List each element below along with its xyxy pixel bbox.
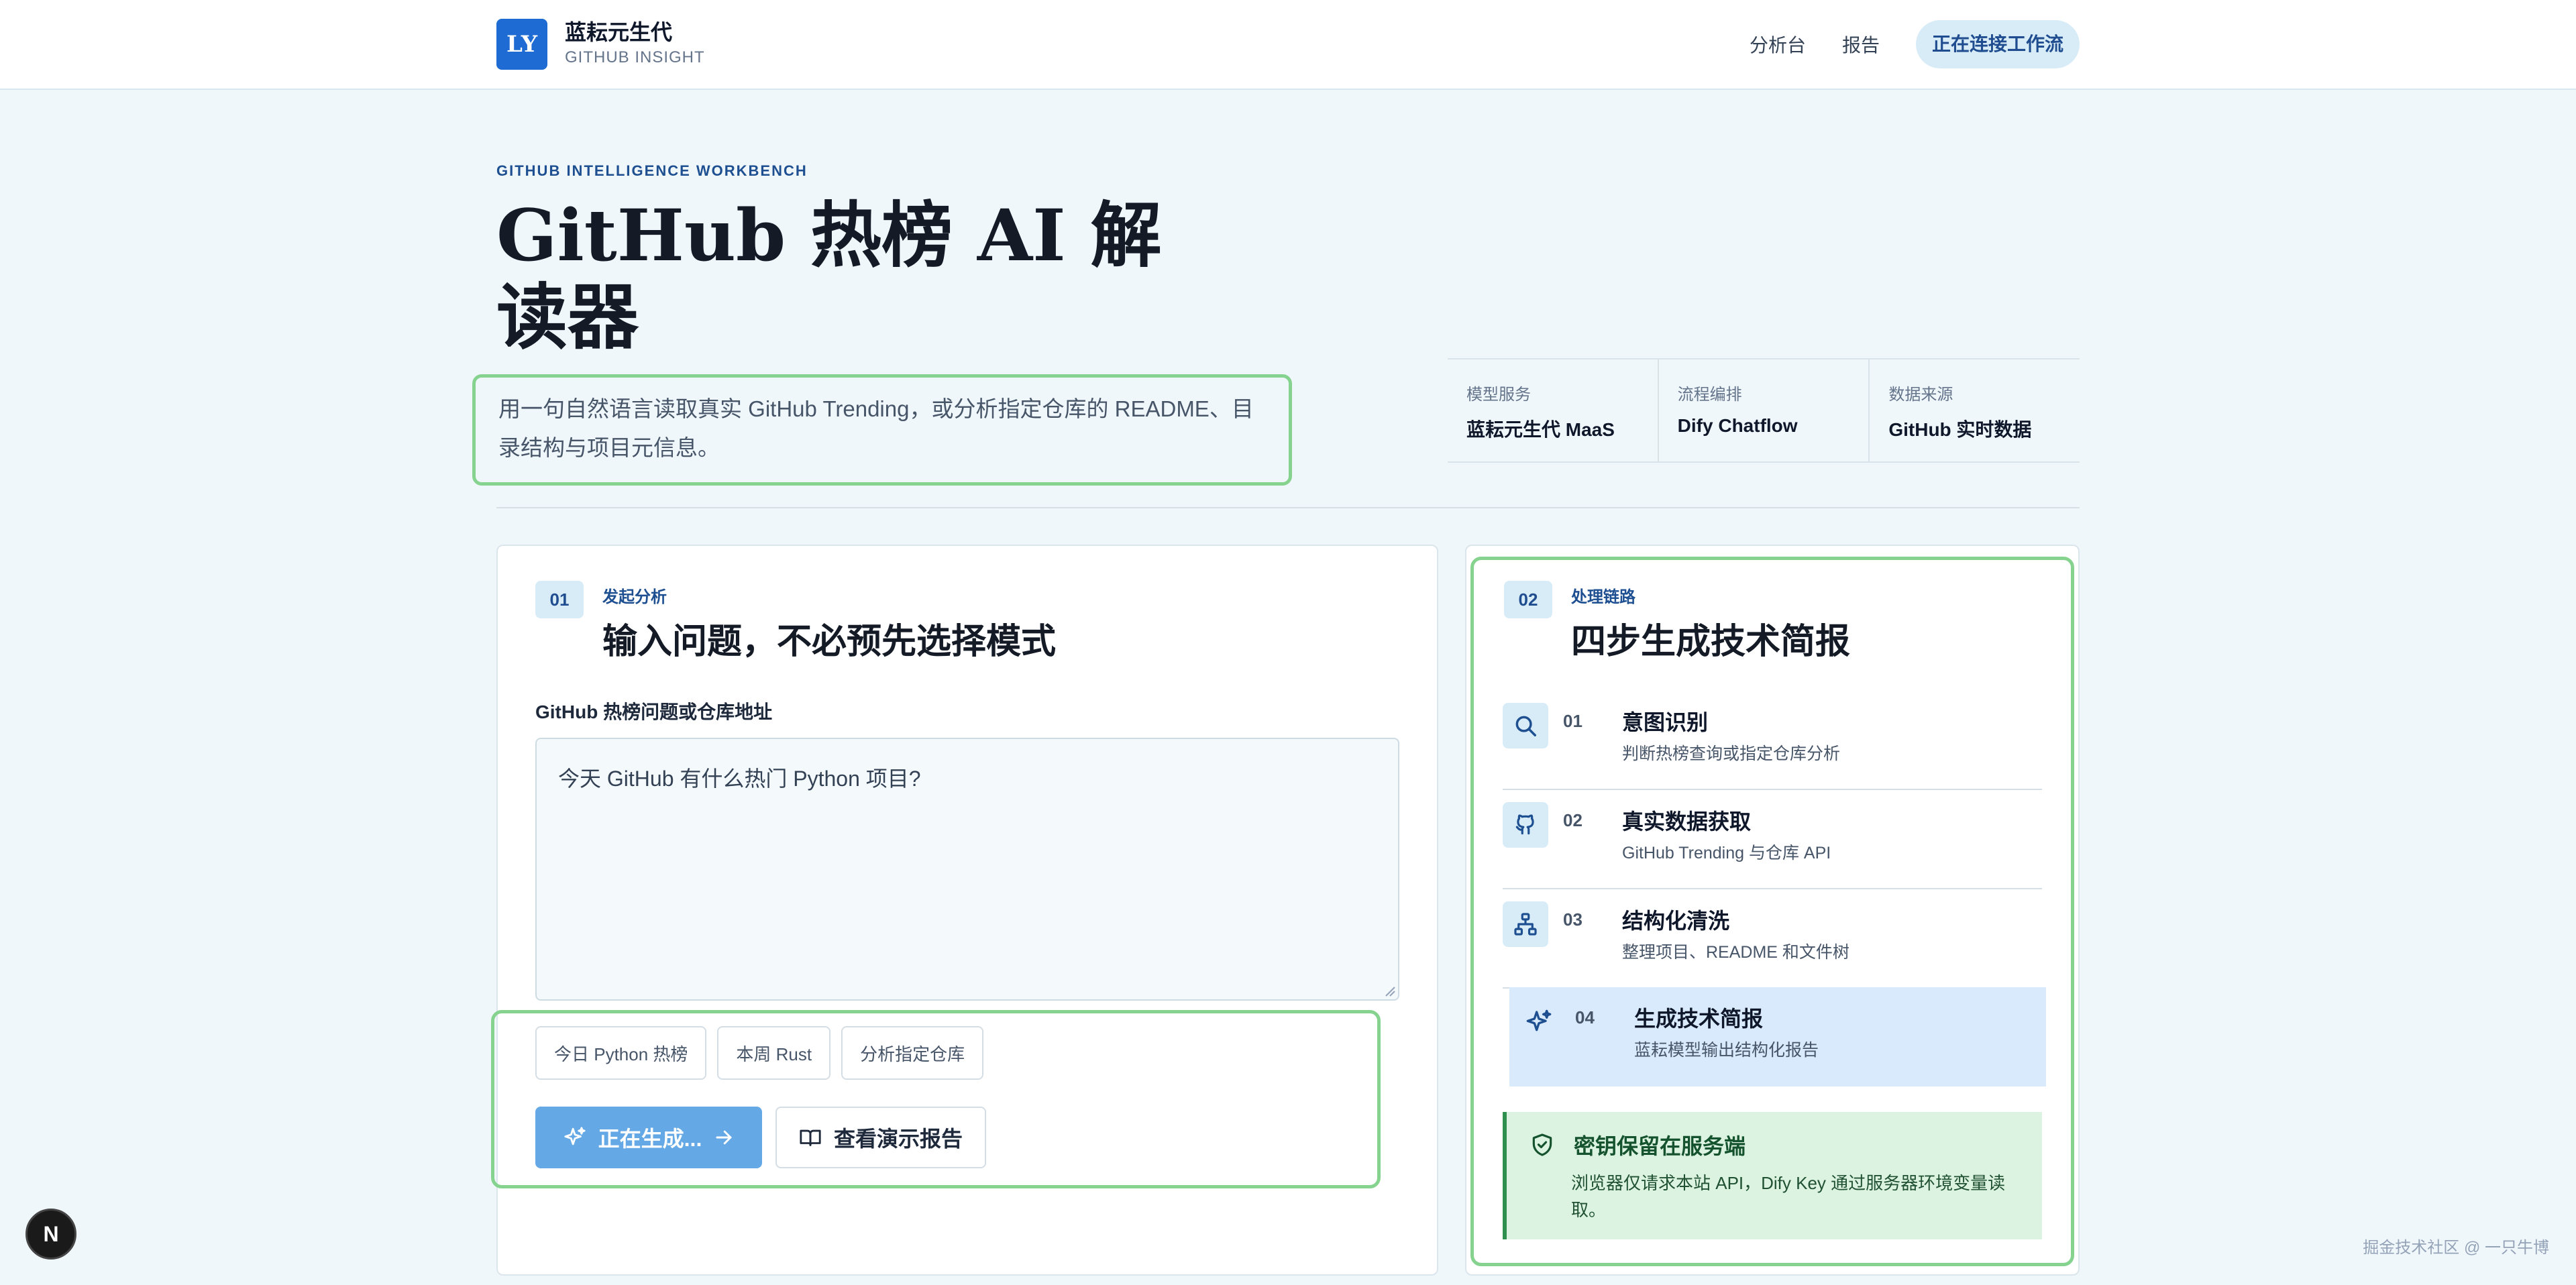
pipeline-title: 四步生成技术简报 <box>1571 621 1851 662</box>
brand[interactable]: LY 蓝耘元生代 GITHUB INSIGHT <box>496 19 705 70</box>
nav-link-reports[interactable]: 报告 <box>1842 31 1880 58</box>
pipeline-step-active: 04 生成技术简报 蓝耘模型输出结构化报告 <box>1509 987 2046 1086</box>
hero-kicker: GITHUB INTELLIGENCE WORKBENCH <box>496 162 808 179</box>
sparkle-icon <box>564 1126 586 1149</box>
security-notice: 密钥保留在服务端 浏览器仅请求本站 API，Dify Key 通过服务器环境变量… <box>1503 1112 2042 1239</box>
watermark: 掘金技术社区 @ 一只牛博 <box>2363 1239 2549 1257</box>
shield-check-icon <box>1529 1132 1555 1158</box>
pipeline-step-badge: 02 <box>1504 581 1552 618</box>
security-notice-text: 浏览器仅请求本站 API，Dify Key 通过服务器环境变量读取。 <box>1571 1173 2006 1220</box>
section-divider <box>496 507 2080 508</box>
resize-handle-icon[interactable] <box>1383 985 1395 997</box>
chip-python-trending[interactable]: 今日 Python 热榜 <box>535 1026 707 1080</box>
hero-description: 用一句自然语言读取真实 GitHub Trending，或分析指定仓库的 REA… <box>472 374 1292 486</box>
query-field-label: GitHub 热榜问题或仓库地址 <box>535 702 773 722</box>
pipeline-step: 02 真实数据获取 GitHub Trending 与仓库 API <box>1503 790 2042 889</box>
book-open-icon <box>799 1126 822 1149</box>
main-nav: 分析台 报告 正在连接工作流 <box>1750 20 2080 68</box>
workflow-status-pill[interactable]: 正在连接工作流 <box>1915 20 2080 68</box>
demo-report-button[interactable]: 查看演示报告 <box>775 1107 986 1168</box>
security-notice-title: 密钥保留在服务端 <box>1574 1134 1746 1158</box>
page-title: GitHub 热榜 AI 解读器 <box>496 193 1162 359</box>
generate-button[interactable]: 正在生成... <box>535 1107 762 1168</box>
service-stats: 模型服务 蓝耘元生代 MaaS 流程编排 Dify Chatflow 数据来源 … <box>1448 358 2080 463</box>
brand-name: 蓝耘元生代 <box>565 20 673 44</box>
query-input-value: 今天 GitHub 有什么热门 Python 项目? <box>558 767 921 791</box>
suggestion-chips: 今日 Python 热榜 本周 Rust 分析指定仓库 <box>535 1026 994 1080</box>
top-bar: LY 蓝耘元生代 GITHUB INSIGHT 分析台 报告 正在连接工作流 <box>0 0 2576 90</box>
query-input[interactable]: 今天 GitHub 有什么热门 Python 项目? <box>535 738 1399 1001</box>
analysis-actions: 正在生成... 查看演示报告 <box>535 1107 986 1168</box>
generate-button-label: 正在生成... <box>598 1127 702 1151</box>
search-icon <box>1503 703 1548 748</box>
chip-analyze-repo[interactable]: 分析指定仓库 <box>841 1026 984 1080</box>
dev-tools-badge[interactable]: N <box>25 1209 76 1260</box>
chip-weekly-rust[interactable]: 本周 Rust <box>717 1026 831 1080</box>
demo-report-button-label: 查看演示报告 <box>833 1127 963 1151</box>
arrow-right-icon <box>714 1127 734 1148</box>
sparkle-icon <box>1516 999 1562 1045</box>
stat-model-service: 模型服务 蓝耘元生代 MaaS <box>1448 359 1659 461</box>
brand-logo: LY <box>496 19 547 70</box>
stat-data-source: 数据来源 GitHub 实时数据 <box>1888 386 2032 440</box>
analysis-step-badge: 01 <box>535 581 584 618</box>
pipeline-step: 01 意图识别 判断热榜查询或指定仓库分析 <box>1503 691 2042 790</box>
analysis-kicker: 发起分析 <box>602 588 667 606</box>
brand-subtitle: GITHUB INSIGHT <box>565 48 705 66</box>
github-icon <box>1503 802 1548 848</box>
pipeline-kicker: 处理链路 <box>1571 588 1635 606</box>
stat-workflow: 流程编排 Dify Chatflow <box>1659 359 1870 461</box>
nav-link-dashboard[interactable]: 分析台 <box>1750 31 1806 58</box>
hierarchy-icon <box>1503 901 1548 947</box>
pipeline-step: 03 结构化清洗 整理项目、README 和文件树 <box>1503 889 2042 989</box>
analysis-title: 输入问题，不必预先选择模式 <box>602 621 1057 662</box>
